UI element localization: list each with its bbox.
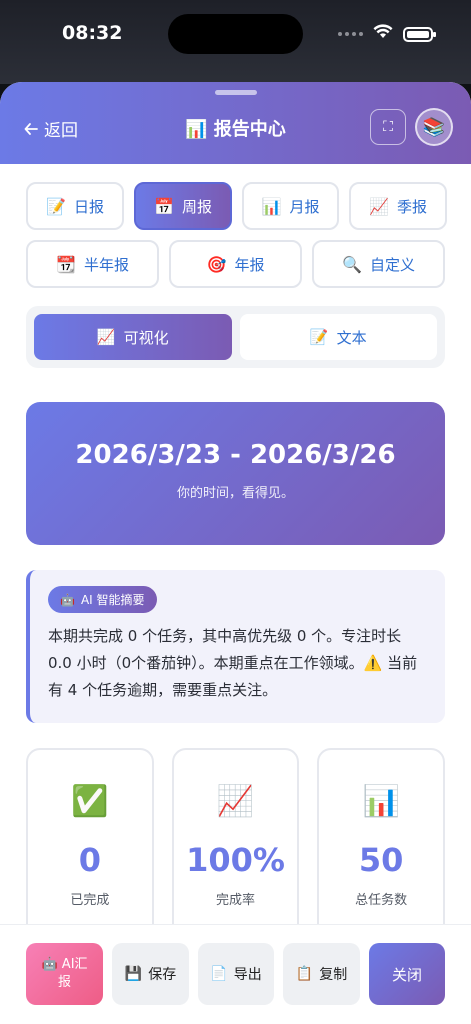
date-range-card: 2026/3/23 - 2026/3/26 你的时间，看得见。: [26, 402, 445, 545]
export-label: 导出: [233, 967, 262, 983]
stats-row: ✅ 0 已完成 📈 100% 完成率 📊 50 总任务数: [26, 748, 446, 948]
calendar-icon: 📅: [154, 196, 174, 216]
ai-report-label-2: 报: [57, 975, 71, 990]
ai-summary-tag-label: AI 智能摘要: [80, 593, 145, 607]
export-button[interactable]: 📄 导出: [198, 943, 274, 1005]
stat-value: 100%: [186, 841, 285, 879]
ai-report-button[interactable]: 🤖 AI汇 报: [26, 943, 103, 1005]
period-label: 季报: [396, 197, 427, 216]
trend-up-icon: 📈: [369, 196, 389, 216]
status-bar: 08:32: [0, 0, 471, 84]
save-label: 保存: [148, 967, 177, 983]
page-title-text: 报告中心: [213, 119, 286, 140]
clipboard-icon: 📋: [295, 966, 314, 982]
avatar[interactable]: 📚: [415, 108, 453, 146]
ai-summary-tag: 🤖 AI 智能摘要: [48, 586, 157, 613]
search-icon: 🔍: [342, 254, 362, 274]
battery-icon: [403, 26, 436, 42]
period-label: 自定义: [369, 255, 415, 274]
expand-icon: ⛶: [383, 119, 393, 135]
date-range: 2026/3/23 - 2026/3/26: [75, 440, 396, 470]
close-label: 关闭: [391, 965, 422, 984]
stat-completed: ✅ 0 已完成: [26, 748, 154, 948]
period-row-1: 📝 日报 📅 周报 📊 月报 📈 季报: [26, 182, 447, 230]
ai-summary-card: 🤖 AI 智能摘要 本期共完成 0 个任务，其中高优先级 0 个。专注时长 0.0…: [26, 570, 445, 723]
memo-icon: 📝: [309, 328, 329, 346]
mode-label: 可视化: [123, 328, 169, 347]
mode-text[interactable]: 📝 文本: [239, 314, 437, 360]
stat-value: 0: [78, 841, 101, 879]
robot-icon: 🤖: [60, 592, 75, 607]
period-monthly[interactable]: 📊 月报: [242, 182, 339, 230]
view-mode-toggle: 📈 可视化 📝 文本: [26, 306, 445, 368]
stat-label: 已完成: [70, 893, 110, 908]
period-daily[interactable]: 📝 日报: [26, 182, 124, 230]
report-sheet: 返回 📊 报告中心 ⛶ 📚 📝 日报 📅 周报 📊 月报 📈 季报 📆 半年报 🎯 年报 🔍 自…: [0, 82, 471, 1024]
report-content: 📝 日报 📅 周报 📊 月报 📈 季报 📆 半年报 🎯 年报 🔍 自定义 📈 可视化 📝 文本 2…: [0, 164, 471, 1024]
bar-chart-icon: 📊: [362, 784, 400, 819]
tagline: 你的时间，看得见。: [176, 486, 294, 501]
spiral-calendar-icon: 📆: [56, 254, 76, 274]
stat-value: 50: [358, 841, 404, 879]
memo-icon: 📝: [46, 196, 66, 216]
floppy-disk-icon: 💾: [124, 966, 143, 982]
period-half-year[interactable]: 📆 半年报: [26, 240, 159, 288]
ai-summary-text: 本期共完成 0 个任务，其中高优先级 0 个。专注时长 0.0 小时（0个番茄钟…: [48, 627, 418, 699]
chart-up-icon: 📈: [96, 328, 116, 346]
period-quarterly[interactable]: 📈 季报: [349, 182, 447, 230]
period-row-2: 📆 半年报 🎯 年报 🔍 自定义: [26, 240, 445, 288]
mode-label: 文本: [336, 328, 367, 347]
stat-total-tasks: 📊 50 总任务数: [317, 748, 446, 948]
stat-label: 完成率: [216, 893, 256, 908]
header: 返回 📊 报告中心 ⛶ 📚: [0, 82, 471, 164]
mode-visual[interactable]: 📈 可视化: [34, 314, 232, 360]
check-mark-icon: ✅: [71, 784, 109, 819]
bar-chart-icon: 📊: [185, 119, 208, 140]
signal-icon: [338, 32, 363, 36]
status-time: 08:32: [62, 22, 123, 44]
close-button[interactable]: 关闭: [369, 943, 445, 1005]
stat-label: 总任务数: [355, 893, 408, 908]
fullscreen-button[interactable]: ⛶: [370, 109, 406, 145]
dynamic-island: [168, 14, 303, 54]
period-label: 年报: [234, 255, 265, 274]
books-icon: 📚: [422, 116, 446, 138]
copy-button[interactable]: 📋 复制: [283, 943, 360, 1005]
period-label: 月报: [289, 197, 320, 216]
period-label: 半年报: [83, 255, 129, 274]
period-label: 周报: [181, 197, 212, 216]
bar-chart-icon: 📊: [261, 196, 282, 216]
stat-completion-rate: 📈 100% 完成率: [171, 748, 300, 948]
target-icon: 🎯: [206, 254, 227, 274]
period-weekly[interactable]: 📅 周报: [134, 182, 232, 230]
status-icons: [338, 24, 436, 44]
copy-label: 复制: [319, 967, 348, 983]
period-custom[interactable]: 🔍 自定义: [312, 240, 445, 288]
save-button[interactable]: 💾 保存: [112, 943, 189, 1005]
document-icon: 📄: [210, 966, 228, 982]
sheet-grabber[interactable]: [215, 90, 257, 95]
wifi-icon: [373, 24, 393, 44]
footer-actions: 🤖 AI汇 报 💾 保存 📄 导出 📋 复制 关闭: [0, 924, 471, 1024]
period-yearly[interactable]: 🎯 年报: [169, 240, 302, 288]
period-label: 日报: [73, 197, 104, 216]
ai-report-label: AI汇: [61, 957, 88, 972]
chart-up-icon: 📈: [216, 784, 255, 819]
robot-icon: 🤖: [41, 957, 58, 972]
